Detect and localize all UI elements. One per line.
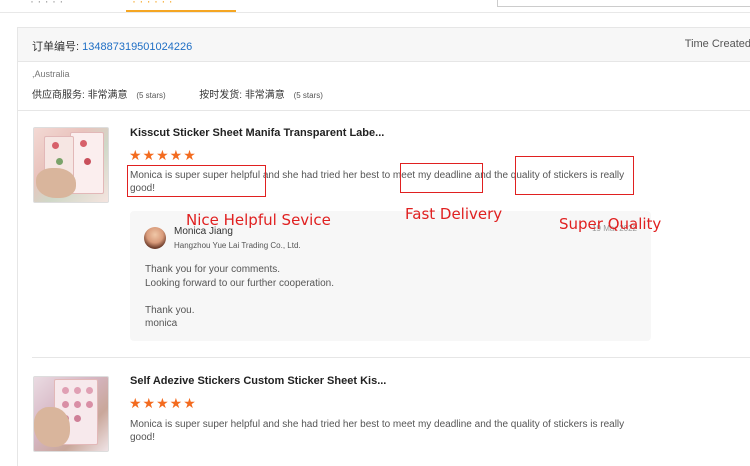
search-input[interactable] (497, 0, 725, 7)
divider (32, 357, 750, 358)
rating-value-shipping: 非常满意 (244, 90, 285, 101)
time-created-label: Time Created (684, 38, 750, 50)
divider (18, 110, 750, 111)
rating-value-service: 非常满意 (87, 90, 128, 101)
tab-previous[interactable]: · · · · · (30, 0, 63, 8)
order-number-row: 订单编号: 134887319501024226 (32, 38, 192, 54)
product-thumbnail[interactable] (33, 376, 109, 452)
avatar (144, 227, 166, 249)
order-number-link[interactable]: 134887319501024226 (82, 41, 192, 53)
order-number-label: 订单编号: (32, 41, 80, 53)
search-button[interactable] (724, 0, 750, 7)
review-text: Monica is super super helpful and she ha… (130, 170, 625, 194)
product-thumbnail[interactable] (33, 127, 109, 203)
review-text: Monica is super super helpful and she ha… (130, 419, 625, 443)
feedback-panel: ,Australia 供应商服务: 非常满意 (5 stars) 按时发货: 非… (17, 61, 750, 466)
product-title-link[interactable]: Self Adezive Stickers Custom Sticker She… (130, 375, 386, 387)
supplier-ratings: 供应商服务: 非常满意 (5 stars) 按时发货: 非常满意 (5 star… (32, 86, 323, 101)
buyer-country: ,Australia (32, 69, 70, 79)
review-stars: ★★★★★ (129, 395, 197, 411)
order-header: 订单编号: 134887319501024226 Time Created (17, 27, 750, 62)
annotation-super-quality: Super Quality (559, 215, 662, 233)
reply-text: Thank you for your comments. Looking for… (145, 264, 334, 329)
rating-label-service: 供应商服务: (32, 90, 85, 101)
reply-company-name: Hangzhou Yue Lai Trading Co., Ltd. (174, 241, 301, 250)
rating-label-shipping: 按时发货: (199, 90, 243, 101)
review-stars: ★★★★★ (129, 147, 197, 163)
product-title-link[interactable]: Kisscut Sticker Sheet Manifa Transparent… (130, 127, 384, 139)
tab-active-label: · · · · · · (132, 0, 173, 8)
tab-active[interactable]: · · · · · · (126, 0, 236, 12)
annotation-helpful-service: Nice Helpful Sevice (186, 211, 331, 229)
rating-stars-service: (5 stars) (136, 91, 166, 100)
annotation-fast-delivery: Fast Delivery (405, 205, 503, 223)
top-nav-bar: · · · · · · · · · · · (0, 0, 750, 13)
rating-stars-shipping: (5 stars) (293, 91, 323, 100)
